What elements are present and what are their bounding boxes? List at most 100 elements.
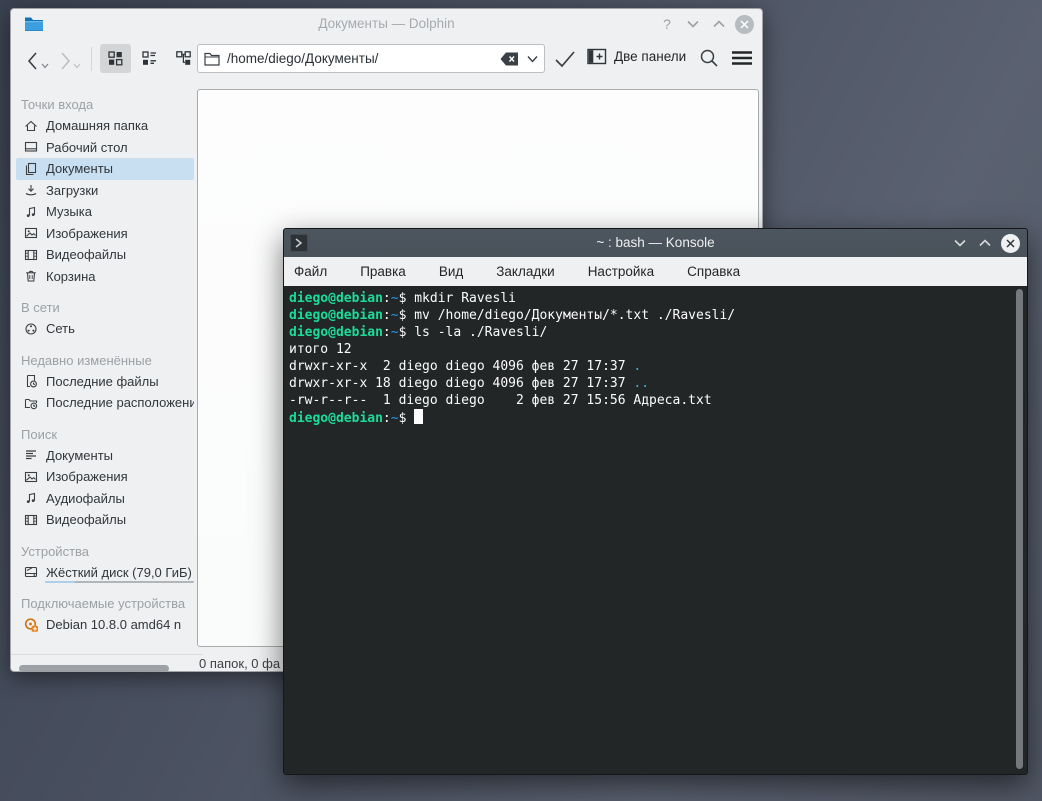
search-icon[interactable] [699, 48, 719, 68]
sidebar-item[interactable]: Домашняя папка [16, 115, 194, 137]
forward-dropdown-caret-icon[interactable] [73, 63, 81, 69]
konsole-titlebar[interactable]: ~ : bash — Konsole [284, 229, 1027, 257]
back-button[interactable] [25, 51, 41, 71]
location-path-text[interactable]: /home/diego/Документы/ [227, 51, 500, 66]
network-icon [23, 321, 39, 337]
sidebar-item-label: Аудиофайлы [46, 491, 125, 506]
compact-view-button[interactable] [134, 44, 165, 73]
maximize-button[interactable] [976, 232, 994, 254]
sidebar-item-label: Рабочий стол [46, 140, 128, 155]
terminal-line: -rw-r--r-- 1 diego diego 2 фев 27 15:56 … [289, 392, 1026, 409]
konsole-menubar: Файл Правка Вид Закладки Настройка Справка [284, 257, 1027, 286]
sidebar-item[interactable]: Видеофайлы [16, 509, 194, 531]
dolphin-window-title: Документы — Dolphin [11, 16, 762, 31]
sidebar-item-label: Видеофайлы [46, 247, 126, 262]
maximize-button[interactable] [709, 13, 729, 35]
toolbar-separator [91, 47, 92, 71]
split-view-button[interactable]: Две панели [587, 48, 686, 65]
recent-file-icon [23, 373, 39, 389]
split-view-icon [587, 48, 607, 65]
sidebar-section-header: Недавно изменённые [11, 350, 203, 371]
menu-файл[interactable]: Файл [284, 257, 337, 286]
sidebar-item-label: Документы [46, 161, 113, 176]
menu-правка[interactable]: Правка [350, 257, 416, 286]
sidebar-item-label: Debian 10.8.0 amd64 n [46, 617, 181, 632]
terminal-cursor [414, 409, 423, 424]
sidebar-item[interactable]: Рабочий стол [16, 137, 194, 159]
sidebar-item[interactable]: Корзина [16, 266, 194, 288]
location-dropdown-chevron-icon[interactable] [527, 55, 538, 63]
konsole-window-title: ~ : bash — Konsole [284, 235, 1027, 250]
terminal-output[interactable]: diego@debian:~$ mkdir Raveslidiego@debia… [285, 286, 1026, 773]
image-icon [23, 469, 39, 485]
sidebar-section-header: Устройства [11, 541, 203, 562]
menu-закладки[interactable]: Закладки [486, 257, 564, 286]
sidebar-item[interactable]: Документы [16, 158, 194, 180]
terminal-line: drwxr-xr-x 2 diego diego 4096 фев 27 17:… [289, 358, 1026, 375]
minimize-button[interactable] [951, 232, 969, 254]
sidebar-item-label: Изображения [46, 226, 128, 241]
sidebar-horizontal-scrollbar[interactable] [19, 665, 169, 672]
dolphin-toolbar: /home/diego/Документы/ [11, 39, 762, 85]
terminal-line: diego@debian:~$ [289, 409, 1026, 427]
sidebar-item[interactable]: Изображения [16, 223, 194, 245]
icons-view-button[interactable] [100, 44, 131, 73]
sidebar-item[interactable]: Последние файлы [16, 371, 194, 393]
harddisk-icon [23, 564, 39, 580]
menu-вид[interactable]: Вид [429, 257, 473, 286]
sidebar-item-label: Жёсткий диск (79,0 ГиБ) [46, 565, 192, 580]
sidebar-item-label: Изображения [46, 469, 128, 484]
sidebar-item[interactable]: Загрузки [16, 180, 194, 202]
tree-view-button[interactable] [168, 44, 199, 73]
sidebar-section-header: В сети [11, 297, 203, 318]
menu-настройка[interactable]: Настройка [578, 257, 664, 286]
sidebar-item-label: Документы [46, 448, 113, 463]
hamburger-menu-icon[interactable] [731, 50, 753, 66]
sidebar-item-label: Последние расположени [46, 395, 194, 410]
sidebar-item[interactable]: Аудиофайлы [16, 488, 194, 510]
minimize-button[interactable] [683, 13, 703, 35]
sidebar-item[interactable]: Музыка [16, 201, 194, 223]
terminal-scrollbar[interactable] [1016, 289, 1023, 769]
menu-справка[interactable]: Справка [677, 257, 750, 286]
text-lines-icon [23, 447, 39, 463]
sidebar-item-label: Музыка [46, 204, 92, 219]
sidebar-item[interactable]: Изображения [16, 466, 194, 488]
recent-location-icon [23, 395, 39, 411]
desktop-icon [23, 139, 39, 155]
terminal-line: diego@debian:~$ mkdir Ravesli [289, 290, 1026, 307]
help-button[interactable]: ? [657, 13, 677, 35]
sidebar-item[interactable]: Документы [16, 445, 194, 467]
folder-icon [204, 52, 220, 66]
sidebar-section-header: Поиск [11, 424, 203, 445]
sidebar-item[interactable]: Видеофайлы [16, 244, 194, 266]
close-button[interactable] [1001, 234, 1020, 253]
disk-usage-gauge [45, 581, 194, 583]
close-button[interactable] [735, 15, 754, 34]
documents-icon [23, 161, 39, 177]
accept-location-button[interactable] [553, 50, 577, 68]
trash-icon [23, 268, 39, 284]
back-dropdown-caret-icon[interactable] [41, 63, 49, 69]
terminal-line: итого 12 [289, 341, 1026, 358]
terminal-line: drwxr-xr-x 18 diego diego 4096 фев 27 17… [289, 375, 1026, 392]
location-bar[interactable]: /home/diego/Документы/ [197, 44, 545, 73]
sidebar-item[interactable]: Сеть [16, 318, 194, 340]
konsole-window: ~ : bash — Konsole Файл Правка Вид Закладки… [283, 228, 1028, 775]
terminal-line: diego@debian:~$ mv /home/diego/Документы… [289, 307, 1026, 324]
image-icon [23, 225, 39, 241]
sidebar-item-label: Домашняя папка [46, 118, 148, 133]
video-icon [23, 512, 39, 528]
music-icon [23, 490, 39, 506]
sidebar-item[interactable]: Последние расположени [16, 392, 194, 414]
music-icon [23, 204, 39, 220]
home-icon [23, 118, 39, 134]
sidebar-item[interactable]: Жёсткий диск (79,0 ГиБ) [16, 562, 194, 584]
sidebar-item-label: Корзина [46, 269, 96, 284]
places-panel: Точки входаДомашняя папкаРабочий столДок… [11, 85, 203, 671]
sidebar-item-label: Загрузки [46, 183, 98, 198]
dolphin-titlebar[interactable]: Документы — Dolphin ? [11, 9, 762, 39]
forward-button[interactable] [57, 51, 73, 71]
clear-text-icon[interactable] [500, 52, 519, 66]
sidebar-item[interactable]: Debian 10.8.0 amd64 n [16, 614, 194, 636]
